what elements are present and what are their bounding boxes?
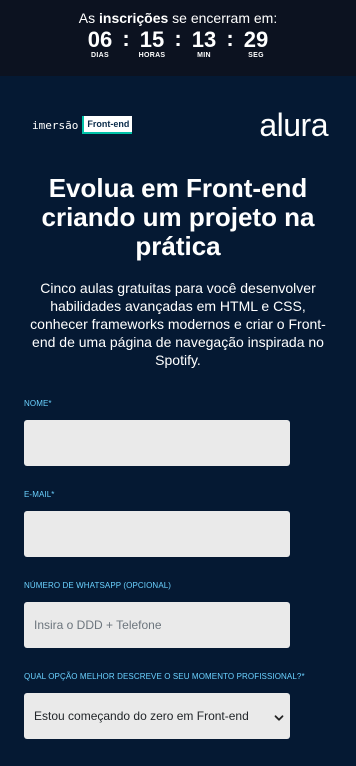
brand-row: imersão Front-end alura xyxy=(24,90,332,160)
timer-seconds-label: SEG xyxy=(248,52,264,59)
timer-days: 06 DIAS xyxy=(85,27,115,60)
timer-seconds-value: 29 xyxy=(243,27,269,52)
imersao-word: imersão xyxy=(32,118,79,132)
countdown-highlight: inscrições xyxy=(99,10,169,26)
timer-seconds: 29 SEG xyxy=(241,27,271,60)
timer-hours-label: HORAS xyxy=(138,52,166,59)
imersao-logo: imersão Front-end xyxy=(32,116,133,134)
name-label: NOME* xyxy=(24,399,52,408)
timer-hours: 15 HORAS xyxy=(137,27,167,60)
main-content: imersão Front-end alura Evolua em Front-… xyxy=(0,90,356,739)
whatsapp-label: NÚMERO DE WHATSAPP (OPCIONAL) xyxy=(24,581,172,590)
timer-separator: : xyxy=(174,26,182,51)
signup-form: NOME* E-MAIL* NÚMERO DE WHATSAPP (OPCION… xyxy=(24,399,332,739)
timer-days-value: 06 xyxy=(87,27,113,52)
hero-subtitle: Cinco aulas gratuitas para você desenvol… xyxy=(30,280,326,368)
email-input[interactable] xyxy=(24,511,290,557)
chevron-down-icon xyxy=(274,710,284,721)
whatsapp-input[interactable] xyxy=(24,602,290,648)
moment-select[interactable]: Estou começando do zero em Front-end xyxy=(24,693,290,739)
countdown-banner: As inscrições se encerram em: 06 DIAS : … xyxy=(0,0,356,76)
timer-separator: : xyxy=(122,26,130,51)
countdown-text: As inscrições se encerram em: xyxy=(0,10,356,26)
timer-separator: : xyxy=(226,26,234,51)
moment-select-value: Estou começando do zero em Front-end xyxy=(34,709,249,723)
hero-title: Evolua em Front-end criando um projeto n… xyxy=(41,173,315,261)
email-label: E-MAIL* xyxy=(24,490,55,499)
countdown-prefix: As xyxy=(78,10,96,26)
countdown-suffix: se encerram em: xyxy=(172,10,278,26)
timer-minutes: 13 MIN xyxy=(189,27,219,60)
timer-minutes-value: 13 xyxy=(191,27,217,52)
countdown-timer: 06 DIAS : 15 HORAS : 13 MIN : 29 SEG xyxy=(0,26,356,60)
alura-logo[interactable]: alura xyxy=(259,107,328,144)
timer-hours-value: 15 xyxy=(139,27,165,52)
name-input[interactable] xyxy=(24,420,290,466)
timer-days-label: DIAS xyxy=(91,52,109,59)
front-end-badge: Front-end xyxy=(82,116,133,134)
moment-label: QUAL OPÇÃO MELHOR DESCREVE O SEU MOMENTO… xyxy=(24,672,305,681)
timer-minutes-label: MIN xyxy=(197,52,211,59)
